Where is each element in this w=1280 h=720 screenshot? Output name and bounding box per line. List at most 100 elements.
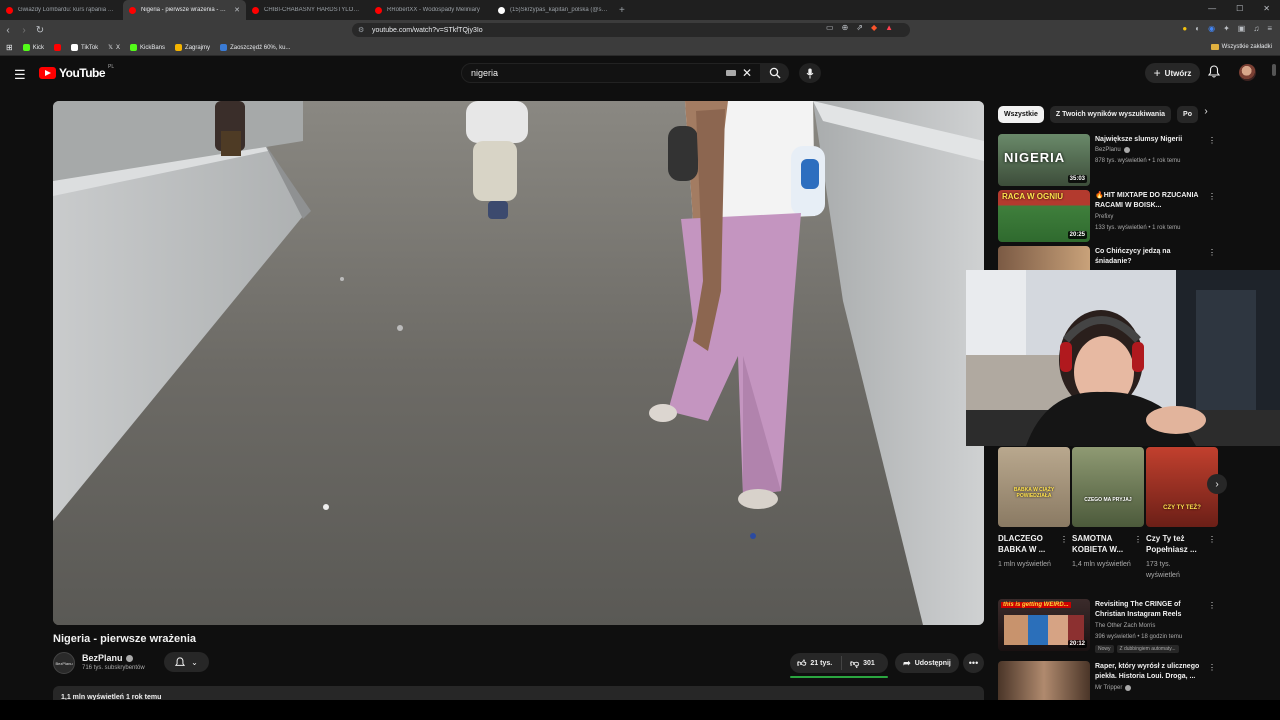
short-item[interactable]: CZY TY TEŻ? Czy Ty też Popełniasz ... 17… bbox=[1146, 447, 1218, 581]
bookmark-deal[interactable]: Zaoszczędź 60%, ku... bbox=[220, 44, 290, 51]
share-button[interactable]: ➦ Udostępnij bbox=[895, 653, 959, 673]
chip-from-search[interactable]: Z Twoich wyników wyszukiwania bbox=[1049, 106, 1172, 123]
back-icon[interactable]: ‹ bbox=[0, 25, 16, 36]
chips-next-icon[interactable]: › bbox=[1198, 106, 1214, 123]
youtube-play-icon bbox=[39, 67, 56, 79]
share-page-icon[interactable]: ⇗ bbox=[856, 23, 863, 32]
forward-icon[interactable]: › bbox=[16, 25, 32, 36]
like-button[interactable]: 👍︎ 21 tys. bbox=[790, 656, 842, 670]
chip-partial[interactable]: Po bbox=[1177, 106, 1198, 123]
youtube-logo[interactable]: YouTube PL bbox=[39, 64, 114, 80]
short-thumbnail[interactable]: CZEGO MA PRYJAJ bbox=[1072, 447, 1144, 527]
user-avatar[interactable] bbox=[1239, 64, 1256, 81]
channel-avatar[interactable]: BezPlanu bbox=[53, 652, 75, 674]
clear-search-icon[interactable]: ✕ bbox=[742, 66, 752, 80]
brave-rewards-icon[interactable]: ▲ bbox=[885, 23, 893, 32]
bell-icon bbox=[175, 656, 186, 666]
bookmark-x[interactable]: 𝕏X bbox=[108, 44, 120, 52]
short-views: 1 mln wyświetleń bbox=[998, 561, 1051, 568]
extensions-puzzle-icon[interactable]: ✦ bbox=[1223, 24, 1230, 33]
streamer-webcam-overlay bbox=[966, 270, 1280, 446]
video-title: Nigeria - pierwsze wrażenia bbox=[53, 633, 197, 645]
kebab-menu-icon[interactable]: ⋮ bbox=[1208, 535, 1216, 544]
video-thumbnail[interactable]: this is getting WEIRD... 20:12 bbox=[998, 599, 1090, 651]
chevron-down-icon: ⌄ bbox=[191, 657, 198, 667]
new-tab-icon[interactable]: + bbox=[619, 5, 625, 16]
extension-icon[interactable]: ◐ bbox=[1195, 24, 1200, 33]
hamburger-menu-icon[interactable]: ☰ bbox=[14, 67, 26, 83]
chip-all[interactable]: Wszystkie bbox=[998, 106, 1044, 123]
short-item[interactable]: CZEGO MA PRYJAJ SAMOTNA KOBIETA W... 1,4… bbox=[1072, 447, 1144, 570]
search-icon bbox=[769, 67, 781, 79]
keyboard-icon[interactable] bbox=[726, 70, 736, 76]
bookmark-youtube[interactable] bbox=[54, 44, 62, 51]
recommendation-title: Największe slumsy Nigerii bbox=[1095, 136, 1183, 143]
channel-name[interactable]: BezPlanu bbox=[82, 653, 133, 663]
bookmark-kickbans[interactable]: KickBans bbox=[130, 44, 165, 51]
browser-tab[interactable]: (15)Skrzypas_kapitan_polska (@skrz... bbox=[492, 0, 615, 20]
site-info-icon[interactable]: ⚙ bbox=[358, 26, 364, 34]
filter-chips: Wszystkie Z Twoich wyników wyszukiwania … bbox=[998, 106, 1198, 123]
reload-icon[interactable]: ↻ bbox=[32, 25, 48, 36]
brave-shield-icon[interactable]: ◆ bbox=[871, 23, 877, 32]
close-window-icon[interactable]: ✕ bbox=[1263, 4, 1270, 13]
thumbnail-caption: BABKA W CIĄŻY POWIEDZIAŁA bbox=[1013, 487, 1055, 499]
kebab-menu-icon[interactable]: ⋮ bbox=[1208, 136, 1216, 145]
browser-tab[interactable]: RRobertXX - Wodospady Meliniary bbox=[369, 0, 492, 20]
short-thumbnail[interactable]: BABKA W CIĄŻY POWIEDZIAŁA bbox=[998, 447, 1070, 527]
plus-icon: + bbox=[1153, 66, 1161, 80]
video-thumbnail[interactable]: RACA W OGNIU 20:25 bbox=[998, 190, 1090, 242]
scrollbar-thumb[interactable] bbox=[1272, 64, 1276, 76]
recommendation-item[interactable]: NIGERIA 35:03 Największe slumsy Nigerii … bbox=[998, 134, 1220, 188]
kebab-menu-icon[interactable]: ⋮ bbox=[1208, 663, 1216, 672]
dislike-button[interactable]: 👎︎ 301 bbox=[842, 658, 875, 669]
all-bookmarks[interactable]: Wszystkie zakładki bbox=[1210, 44, 1272, 50]
wallet-icon[interactable]: ▣ bbox=[1238, 24, 1246, 33]
browser-tab[interactable]: CHIBI-CHABAŚNY HARDSTYLOWO-... bbox=[246, 0, 369, 20]
media-icon[interactable]: ♫ bbox=[1253, 24, 1259, 33]
short-item[interactable]: BABKA W CIĄŻY POWIEDZIAŁA DLACZEGO BABKA… bbox=[998, 447, 1070, 570]
search-input[interactable]: nigeria ✕ bbox=[461, 63, 761, 83]
extensions-area: ● ◐ ◉ ✦ ▣ ♫ ≡ bbox=[1182, 24, 1272, 33]
verified-badge-icon bbox=[125, 654, 133, 662]
menu-icon[interactable]: ≡ bbox=[1267, 24, 1272, 33]
recommendation-title: Raper, który wyrósł z ulicznego piekła. … bbox=[1095, 663, 1200, 680]
notifications-bell-icon[interactable] bbox=[1208, 65, 1220, 78]
short-views: 173 tys. wyświetleń bbox=[1146, 561, 1180, 579]
extension-icon[interactable]: ● bbox=[1182, 24, 1187, 33]
kebab-menu-icon[interactable]: ⋮ bbox=[1208, 601, 1216, 610]
apps-grid-icon[interactable]: ⊞ bbox=[6, 43, 13, 52]
subscription-notifications-button[interactable]: ⌄ bbox=[164, 652, 209, 672]
zoom-icon[interactable]: ⊕ bbox=[842, 23, 849, 32]
kebab-menu-icon[interactable]: ⋮ bbox=[1208, 248, 1216, 257]
browser-tab-active[interactable]: Nigeria - pierwsze wrażenia - YouTube ✕ bbox=[123, 0, 246, 20]
bookmark-zagrajmy[interactable]: Zagrajmy bbox=[175, 44, 210, 51]
microphone-icon bbox=[806, 68, 814, 78]
voice-search-button[interactable] bbox=[799, 63, 821, 83]
more-actions-button[interactable]: ••• bbox=[963, 653, 984, 673]
bookmark-tiktok[interactable]: TikTok bbox=[71, 44, 98, 51]
tiktok-icon bbox=[71, 44, 79, 51]
kebab-menu-icon[interactable]: ⋮ bbox=[1060, 535, 1068, 544]
cast-icon[interactable]: ▭ bbox=[826, 23, 834, 32]
extension-icon[interactable]: ◉ bbox=[1208, 24, 1215, 33]
maximize-icon[interactable]: ☐ bbox=[1236, 4, 1243, 13]
kebab-menu-icon[interactable]: ⋮ bbox=[1134, 535, 1142, 544]
x-logo-icon: 𝕏 bbox=[108, 45, 114, 51]
shorts-next-icon[interactable]: › bbox=[1207, 474, 1227, 494]
page-scrollbar[interactable] bbox=[1272, 64, 1276, 700]
recommendation-item[interactable]: this is getting WEIRD... 20:12 Revisitin… bbox=[998, 599, 1220, 653]
minimize-icon[interactable]: — bbox=[1208, 4, 1216, 13]
browser-tab[interactable]: Gwiazdy Lombardu: kurs rąbania drewna... bbox=[0, 0, 123, 20]
video-thumbnail[interactable]: NIGERIA 35:03 bbox=[998, 134, 1090, 186]
recommendation-item[interactable]: RACA W OGNIU 20:25 🔥HIT MIXTAPE DO RZUCA… bbox=[998, 190, 1220, 244]
close-tab-icon[interactable]: ✕ bbox=[234, 6, 240, 14]
tab-title: (15)Skrzypas_kapitan_polska (@skrz... bbox=[510, 7, 609, 13]
video-player[interactable] bbox=[53, 101, 984, 625]
short-title: Czy Ty też Popełniasz ... bbox=[1146, 534, 1197, 554]
search-button[interactable] bbox=[761, 63, 789, 83]
create-button[interactable]: + Utwórz bbox=[1145, 63, 1200, 83]
bookmark-kick[interactable]: Kick bbox=[22, 44, 44, 51]
kebab-menu-icon[interactable]: ⋮ bbox=[1208, 192, 1216, 201]
youtube-icon bbox=[54, 44, 62, 51]
